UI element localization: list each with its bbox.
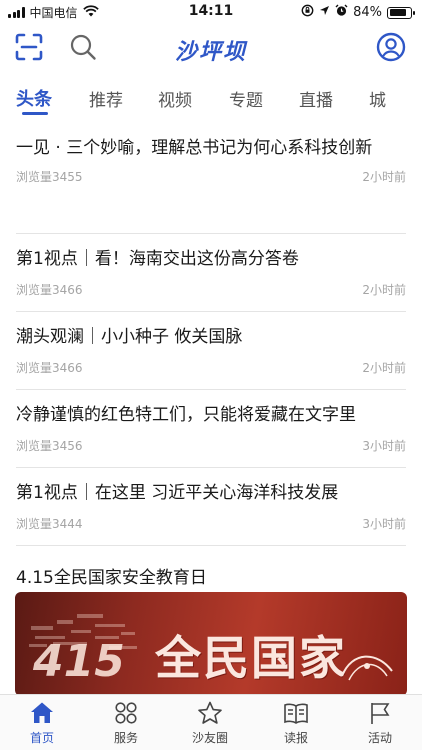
tabbar-label: 读报 [283, 731, 308, 745]
view-count: 浏览量3444 [16, 517, 83, 531]
home-icon [12, 701, 72, 725]
tabbar-activities[interactable]: 活动 [350, 701, 410, 746]
news-title: 潮头观澜｜小小种子 攸关国脉 [16, 327, 243, 347]
tabbar-home[interactable]: 首页 [12, 701, 72, 746]
category-tabs: 头条 推荐 视频 专题 直播 城 [0, 80, 422, 120]
view-count: 浏览量3456 [16, 439, 83, 453]
publish-time: 2小时前 [362, 283, 406, 297]
news-list: 一见 · 三个妙喻，理解总书记为何心系科技创新 浏览量3455 2小时前 第1视… [16, 120, 406, 546]
tabbar-label: 服务 [113, 731, 138, 745]
user-icon [376, 32, 406, 66]
news-title: 第1视点｜看！海南交出这份高分答卷 [16, 249, 299, 269]
news-item[interactable]: 潮头观澜｜小小种子 攸关国脉 浏览量3466 2小时前 [16, 312, 406, 390]
tabbar-label: 首页 [29, 731, 54, 745]
active-tab-indicator [22, 112, 48, 115]
tab-city[interactable]: 城 [369, 86, 386, 111]
view-count: 浏览量3466 [16, 283, 83, 297]
news-item[interactable]: 冷静谨慎的红色特工们，只能将爱藏在文字里 浏览量3456 3小时前 [16, 390, 406, 468]
star-icon [180, 701, 240, 725]
app-header: 沙坪坝 [0, 26, 422, 72]
bottom-tab-bar: 首页 服务 沙友圈 读报 活动 [0, 694, 422, 750]
news-item[interactable]: 第1视点｜在这里 习近平关心海洋科技发展 浏览量3444 3小时前 [16, 468, 406, 546]
tabbar-newspaper[interactable]: 读报 [266, 701, 326, 746]
feature-banner[interactable]: 415 全民国家 [15, 592, 407, 696]
view-count: 浏览量3466 [16, 361, 83, 375]
tabbar-services[interactable]: 服务 [96, 701, 156, 746]
status-bar: 中国电信 14:11 84% [0, 0, 422, 26]
tab-live[interactable]: 直播 [299, 86, 333, 111]
alarm-icon [335, 4, 348, 21]
book-icon [266, 701, 326, 725]
grid-icon [96, 701, 156, 725]
news-title: 第1视点｜在这里 习近平关心海洋科技发展 [16, 483, 339, 503]
publish-time: 3小时前 [362, 517, 406, 531]
tabbar-community[interactable]: 沙友圈 [180, 701, 240, 746]
banner-swirl [341, 655, 393, 681]
news-item[interactable]: 第1视点｜看！海南交出这份高分答卷 浏览量3466 2小时前 [16, 234, 406, 312]
tab-recommend[interactable]: 推荐 [89, 86, 123, 111]
publish-time: 3小时前 [362, 439, 406, 453]
view-count: 浏览量3455 [16, 170, 83, 184]
location-icon [319, 5, 330, 20]
publish-time: 2小时前 [362, 361, 406, 375]
news-title: 一见 · 三个妙喻，理解总书记为何心系科技创新 [16, 138, 373, 158]
banner-number: 415 [33, 636, 125, 687]
tab-headlines[interactable]: 头条 [16, 85, 52, 111]
publish-time: 2小时前 [362, 170, 406, 184]
news-title: 冷静谨慎的红色特工们，只能将爱藏在文字里 [16, 405, 356, 425]
battery-icon [387, 6, 415, 19]
flag-icon [350, 701, 410, 725]
tab-topics[interactable]: 专题 [229, 86, 263, 111]
battery-percent: 84% [353, 5, 382, 20]
lock-rotation-icon [301, 4, 314, 21]
tab-video[interactable]: 视频 [158, 86, 192, 111]
profile-button[interactable] [374, 32, 408, 66]
banner-headline: 全民国家 [155, 631, 347, 685]
tabbar-label: 沙友圈 [191, 731, 228, 745]
news-item[interactable]: 一见 · 三个妙喻，理解总书记为何心系科技创新 浏览量3455 2小时前 [16, 120, 406, 234]
app-logo: 沙坪坝 [174, 39, 247, 65]
feature-title[interactable]: 4.15全民国家安全教育日 [16, 563, 207, 588]
tabbar-label: 活动 [367, 731, 392, 745]
